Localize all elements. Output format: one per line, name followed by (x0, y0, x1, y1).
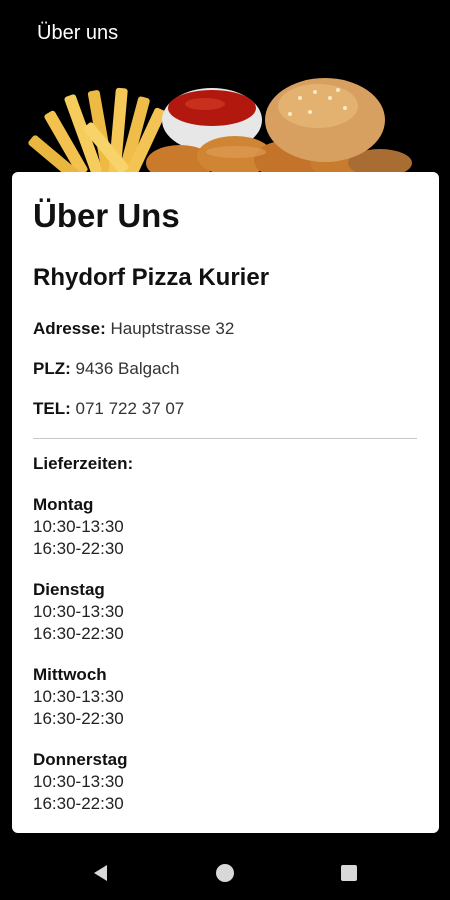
system-navigation-bar (0, 845, 450, 900)
tel-label: TEL: (33, 399, 71, 418)
day-entry-donnerstag: Donnerstag 10:30-13:30 16:30-22:30 (33, 749, 417, 815)
address-label: Adresse: (33, 319, 106, 338)
day-name: Donnerstag (33, 750, 128, 769)
day-name: Montag (33, 495, 94, 514)
day-time-evening: 16:30-22:30 (33, 709, 124, 728)
address-row: Adresse: Hauptstrasse 32 (33, 318, 417, 340)
day-name: Dienstag (33, 580, 105, 599)
tel-row: TEL: 071 722 37 07 (33, 398, 417, 420)
hero-image (0, 68, 450, 178)
day-entry-dienstag: Dienstag 10:30-13:30 16:30-22:30 (33, 579, 417, 645)
app-bar: Über uns (0, 0, 450, 68)
back-triangle-icon[interactable] (90, 862, 112, 884)
day-entry-montag: Montag 10:30-13:30 16:30-22:30 (33, 494, 417, 560)
tel-value: 071 722 37 07 (75, 399, 185, 418)
day-time-morning: 10:30-13:30 (33, 687, 124, 706)
day-time-evening: 16:30-22:30 (33, 624, 124, 643)
about-card: Über Uns Rhydorf Pizza Kurier Adresse: H… (12, 172, 439, 833)
screen: Über uns Über Uns Rhydorf Pizza Kurier A… (0, 0, 450, 900)
business-name: Rhydorf Pizza Kurier (33, 264, 270, 291)
divider (33, 438, 417, 439)
home-circle-icon[interactable] (214, 862, 236, 884)
day-time-evening: 16:30-22:30 (33, 539, 124, 558)
day-name: Mittwoch (33, 665, 107, 684)
fries-illustration (28, 87, 166, 178)
page-heading: Über Uns (33, 197, 180, 234)
day-entry-mittwoch: Mittwoch 10:30-13:30 16:30-22:30 (33, 664, 417, 730)
day-time-evening: 16:30-22:30 (33, 794, 124, 813)
day-time-morning: 10:30-13:30 (33, 772, 124, 791)
plz-label: PLZ: (33, 359, 71, 378)
food-image (28, 78, 412, 178)
delivery-times-label: Lieferzeiten: (33, 454, 134, 473)
app-bar-title: Über uns (37, 21, 119, 44)
recents-square-icon[interactable] (338, 862, 360, 884)
day-time-morning: 10:30-13:30 (33, 517, 124, 536)
plz-value: 9436 Balgach (75, 359, 180, 378)
address-value: Hauptstrasse 32 (110, 319, 235, 338)
day-time-morning: 10:30-13:30 (33, 602, 124, 621)
plz-row: PLZ: 9436 Balgach (33, 358, 417, 380)
